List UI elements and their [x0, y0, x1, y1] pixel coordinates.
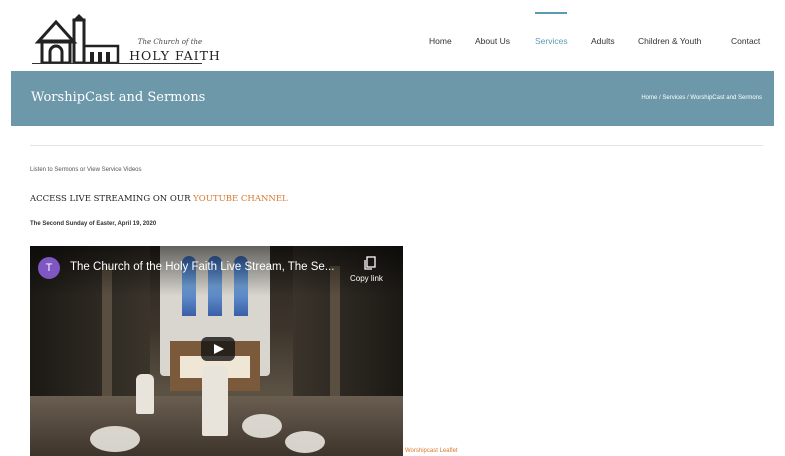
- page-title: WorshipCast and Sermons: [31, 90, 206, 105]
- copy-link-label[interactable]: Copy link: [350, 274, 383, 283]
- video-scene-priest: [202, 366, 228, 436]
- youtube-channel-link[interactable]: YOUTUBE CHANNEL: [193, 194, 288, 204]
- play-icon[interactable]: [201, 337, 235, 361]
- site-header: The Church of the HOLY FAITH Home About …: [0, 0, 785, 71]
- video-embed[interactable]: T The Church of the Holy Faith Live Stre…: [30, 246, 403, 456]
- video-title[interactable]: The Church of the Holy Faith Live Stream…: [70, 261, 334, 273]
- breadcrumb-services[interactable]: Services: [662, 95, 685, 101]
- channel-avatar[interactable]: T: [38, 257, 60, 279]
- nav-item-contact[interactable]: Contact: [731, 36, 760, 46]
- nav-item-adults[interactable]: Adults: [591, 36, 615, 46]
- page-title-bar: WorshipCast and Sermons Home / Services …: [11, 71, 774, 126]
- logo-underline: [32, 63, 202, 64]
- breadcrumb: Home / Services / WorshipCast and Sermon…: [641, 95, 762, 101]
- nav-item-about-us[interactable]: About Us: [475, 36, 510, 46]
- video-scene-flowers: [242, 414, 282, 438]
- intro-text: Listen to Sermons or View Service Videos: [30, 167, 142, 173]
- service-date-heading: The Second Sunday of Easter, April 19, 2…: [30, 221, 157, 227]
- live-streaming-prefix: ACCESS LIVE STREAMING ON OUR: [30, 194, 194, 204]
- copy-icon[interactable]: [364, 256, 376, 270]
- breadcrumb-current: WorshipCast and Sermons: [690, 95, 762, 101]
- content-divider: [30, 145, 763, 146]
- nav-item-children-youth[interactable]: Children & Youth: [638, 36, 701, 46]
- logo-name: HOLY FAITH: [129, 48, 221, 63]
- worshipcast-leaflet-link[interactable]: Worshipcast Leaflet: [405, 448, 458, 454]
- video-scene-flowers: [285, 431, 325, 453]
- video-scene-person: [136, 374, 154, 414]
- live-streaming-heading: ACCESS LIVE STREAMING ON OUR YOUTUBE CHA…: [30, 194, 288, 204]
- nav-item-services[interactable]: Services: [535, 36, 568, 46]
- main-nav: Home About Us Services Adults Children &…: [0, 12, 785, 50]
- nav-item-home[interactable]: Home: [429, 36, 452, 46]
- breadcrumb-home[interactable]: Home: [641, 95, 657, 101]
- video-scene-flowers: [90, 426, 140, 452]
- nav-active-indicator: [535, 12, 567, 14]
